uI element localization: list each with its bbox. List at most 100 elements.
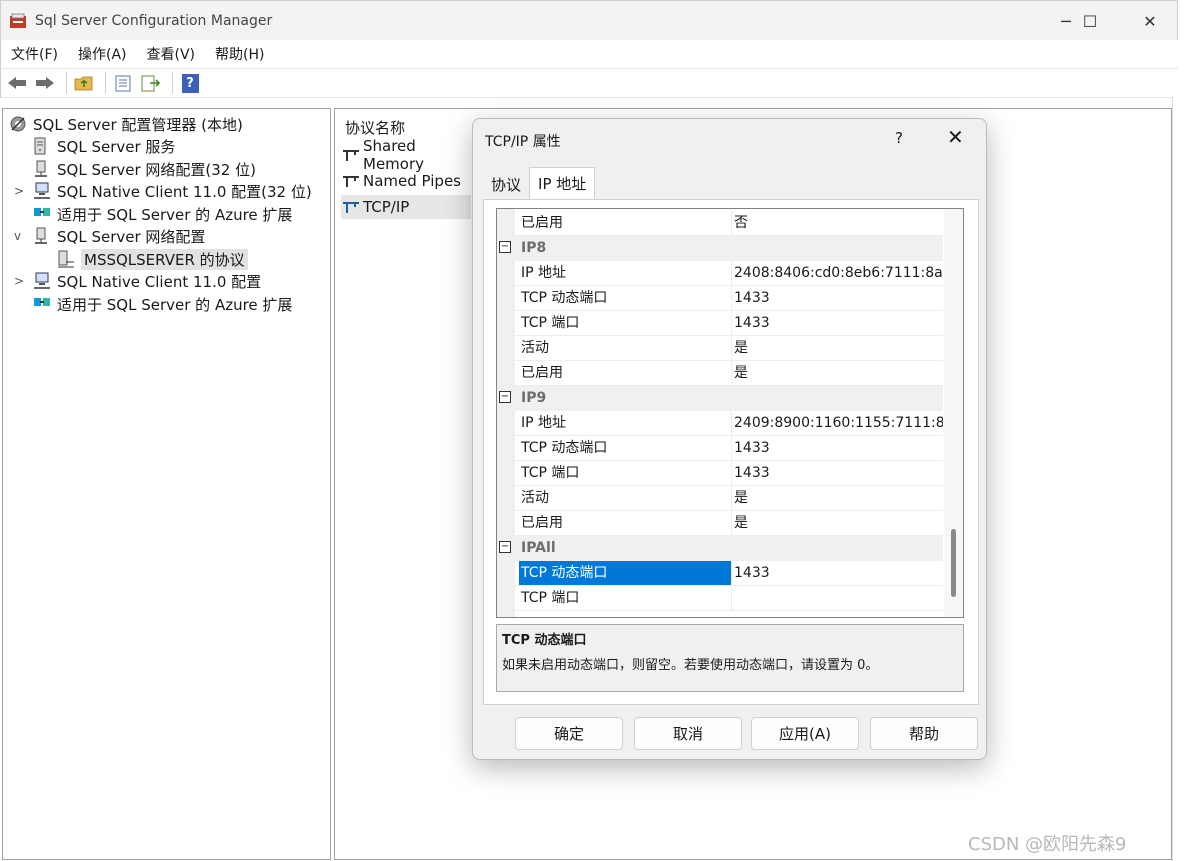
close-icon: ✕ [1143,11,1157,31]
app-icon [9,13,27,29]
collapse-icon[interactable]: − [499,241,511,253]
forward-icon[interactable] [33,71,57,95]
list-item-tcp-ip[interactable]: TCP/IP [341,195,471,219]
tcpip-properties-dialog: TCP/IP 属性 ? ✕ 协议 IP 地址 已启用否 − IP8 IP 地址 2408… [472,118,987,760]
collapse-icon[interactable]: − [499,391,511,403]
property-category[interactable]: − IPAll [497,536,943,561]
scrollbar-thumb[interactable] [951,529,956,597]
property-name: TCP 动态端口 [521,290,608,306]
tab-ip-addresses[interactable]: IP 地址 [529,167,596,199]
list-item-label: Named Pipes [363,172,461,190]
navigation-tree[interactable]: SQL Server 配置管理器 (本地) SQL Server 服务 SQL … [2,108,331,860]
property-value[interactable]: 2408:8406:cd0:8eb6:7111:8a62:95a [731,261,943,285]
property-name: 已启用 [521,365,563,381]
chevron-right-icon[interactable]: > [14,184,24,198]
list-item-shared-memory[interactable]: Shared Memory [341,137,471,173]
tree-item-sql-services[interactable]: SQL Server 服务 [33,135,175,157]
property-name: 活动 [521,490,549,506]
category-label: IPAll [521,540,556,556]
client-icon [33,182,51,200]
menu-view[interactable]: 查看(V) [137,44,206,64]
tree-item-native-client[interactable]: > SQL Native Client 11.0 配置 [14,270,262,292]
property-value[interactable]: 否 [731,211,943,235]
menu-action[interactable]: 操作(A) [68,44,137,64]
tree-item-network-config[interactable]: v SQL Server 网络配置 [14,225,205,247]
menu-file[interactable]: 文件(F) [1,44,68,64]
cancel-button[interactable]: 取消 [634,717,742,750]
dialog-help-icon[interactable]: ? [895,129,903,147]
help-icon[interactable]: ? [178,71,202,95]
folder-up-icon[interactable] [72,71,96,95]
property-row[interactable]: 活动 是 [497,336,943,361]
help-button[interactable]: 帮助 [870,717,978,750]
property-row[interactable]: TCP 端口 1433 [497,311,943,336]
property-row[interactable]: 活动 是 [497,486,943,511]
property-value[interactable] [731,586,943,610]
property-row[interactable]: TCP 端口 [497,586,943,611]
protocol-icon [341,147,361,163]
export-icon[interactable] [139,71,163,95]
apply-button[interactable]: 应用(A) [751,717,859,750]
property-value[interactable]: 1433 [731,286,943,310]
property-row[interactable]: 已启用 否 [497,211,943,236]
property-value[interactable]: 1433 [731,461,943,485]
property-name: 活动 [521,340,549,356]
toolbar-separator [105,72,106,94]
property-name: 已启用 [521,215,563,231]
protocol-icon [341,199,361,215]
tree-root-label: SQL Server 配置管理器 (本地) [33,115,243,134]
property-row[interactable]: IP 地址 2409:8900:1160:1155:7111:8a62:95 [497,411,943,436]
property-value[interactable]: 1433 [731,311,943,335]
list-item-label: Shared Memory [363,137,425,173]
property-category[interactable]: − IP8 [497,236,943,261]
tree-item-label: SQL Server 服务 [57,137,176,156]
property-row[interactable]: TCP 端口 1433 [497,461,943,486]
server-icon [33,137,51,155]
property-row[interactable]: TCP 动态端口 1433 [497,561,943,586]
property-name: TCP 端口 [521,465,580,481]
property-value[interactable]: 是 [731,336,943,360]
property-grid[interactable]: 已启用否−IP8IP 地址2408:8406:cd0:8eb6:7111:8a6… [496,208,964,618]
collapse-icon[interactable]: − [499,541,511,553]
dialog-tabs: 协议 IP 地址 [483,167,596,199]
property-row[interactable]: 已启用 是 [497,511,943,536]
property-name: TCP 端口 [521,590,580,606]
property-value[interactable]: 1433 [731,436,943,460]
property-value[interactable]: 是 [731,486,943,510]
list-item-named-pipes[interactable]: Named Pipes [341,169,471,193]
properties-icon[interactable] [111,71,135,95]
maximize-button[interactable]: ☐ [1067,1,1113,41]
ok-button[interactable]: 确定 [515,717,623,750]
column-header-protocol-name[interactable]: 协议名称 [345,117,405,138]
property-row[interactable]: IP 地址 2408:8406:cd0:8eb6:7111:8a62:95a [497,261,943,286]
property-value[interactable]: 1433 [731,561,943,585]
chevron-right-icon[interactable]: > [14,274,24,288]
tree-root[interactable]: SQL Server 配置管理器 (本地) [9,113,243,135]
tree-item-label: 适用于 SQL Server 的 Azure 扩展 [57,295,293,314]
tree-item-label: 适用于 SQL Server 的 Azure 扩展 [57,205,293,224]
property-value[interactable]: 2409:8900:1160:1155:7111:8a62:95 [731,411,943,435]
property-row[interactable]: TCP 动态端口 1433 [497,286,943,311]
tree-item-native-client-32[interactable]: > SQL Native Client 11.0 配置(32 位) [14,180,312,202]
tab-protocol[interactable]: 协议 [483,169,529,199]
property-row[interactable]: TCP 动态端口 1433 [497,436,943,461]
tree-item-mssqlserver-protocols[interactable]: MSSQLSERVER 的协议 [57,248,248,270]
property-value[interactable]: 是 [731,361,943,385]
dialog-close-icon[interactable]: ✕ [947,125,964,149]
menu-help[interactable]: 帮助(H) [205,44,274,64]
property-category[interactable]: − IP9 [497,386,943,411]
tree-item-azure-ext[interactable]: 适用于 SQL Server 的 Azure 扩展 [33,293,292,315]
chevron-down-icon[interactable]: v [14,229,21,243]
tree-item-network-config-32[interactable]: SQL Server 网络配置(32 位) [33,158,256,180]
tree-item-label: SQL Server 网络配置(32 位) [57,160,256,179]
property-value[interactable]: 是 [731,511,943,535]
category-label: IP8 [521,240,547,256]
client-icon [33,272,51,290]
property-grid-scrollbar[interactable] [944,209,963,617]
tree-item-azure-ext-32[interactable]: 适用于 SQL Server 的 Azure 扩展 [33,203,292,225]
close-button[interactable]: ✕ [1127,1,1173,41]
property-description: TCP 动态端口 如果未启用动态端口，则留空。若要使用动态端口，请设置为 0。 [496,624,964,692]
tree-item-label: SQL Native Client 11.0 配置 [57,272,262,291]
property-row[interactable]: 已启用 是 [497,361,943,386]
back-icon[interactable] [5,71,29,95]
